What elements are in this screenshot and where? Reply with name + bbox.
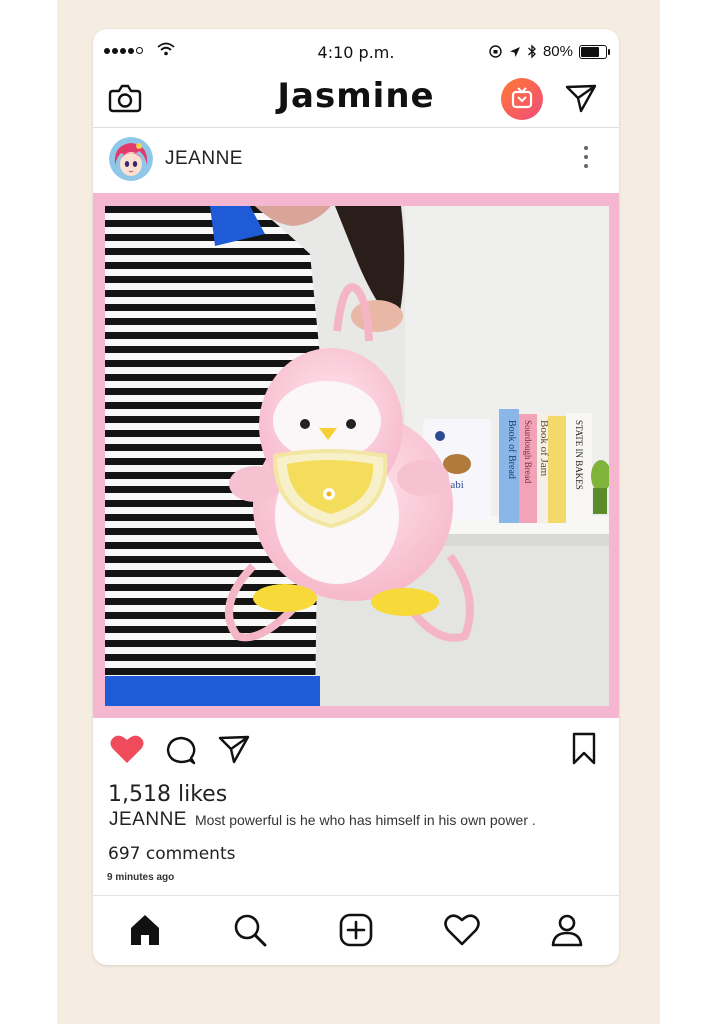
activity-icon[interactable] bbox=[443, 912, 481, 948]
post-photo[interactable]: Book of Bread Sourdough Bread Book of Ja… bbox=[105, 206, 609, 706]
location-icon bbox=[509, 46, 520, 57]
caption-text: Most powerful is he who has himself in h… bbox=[194, 812, 536, 828]
likes-count[interactable]: 1,518 likes bbox=[108, 782, 227, 807]
search-icon[interactable] bbox=[232, 912, 268, 948]
svg-text:STATE IN BAKES: STATE IN BAKES bbox=[574, 420, 584, 490]
comments-link[interactable]: 697 comments bbox=[108, 844, 235, 864]
svg-text:Sourdough Bread: Sourdough Bread bbox=[523, 420, 533, 484]
svg-text:Book of Bread: Book of Bread bbox=[506, 420, 517, 479]
share-icon[interactable] bbox=[217, 733, 251, 765]
bottom-nav bbox=[93, 895, 619, 965]
avatar[interactable] bbox=[109, 137, 153, 181]
post-author-row: JEANNE bbox=[93, 128, 619, 190]
add-icon[interactable] bbox=[338, 912, 374, 948]
heart-icon[interactable] bbox=[109, 733, 145, 765]
post-photo-frame: Book of Bread Sourdough Bread Book of Ja… bbox=[93, 193, 619, 718]
comment-icon[interactable] bbox=[165, 735, 197, 767]
app-header: Jasmine bbox=[93, 73, 619, 128]
post-timestamp: 9 minutes ago bbox=[107, 872, 175, 883]
battery-icon bbox=[579, 44, 610, 59]
battery-percent: 80% bbox=[542, 43, 573, 60]
svg-text:Book of Jam: Book of Jam bbox=[538, 420, 550, 477]
bluetooth-icon bbox=[528, 44, 536, 59]
status-bar: 4:10 p.m. 80% bbox=[93, 29, 619, 73]
post-username[interactable]: JEANNE bbox=[165, 148, 243, 170]
bookmark-icon[interactable] bbox=[571, 732, 597, 766]
home-icon[interactable] bbox=[127, 912, 163, 948]
send-icon[interactable] bbox=[564, 82, 598, 114]
post-caption: JEANNE Most powerful is he who has himsel… bbox=[109, 809, 536, 831]
igtv-icon[interactable] bbox=[501, 78, 543, 120]
post-actions bbox=[93, 721, 619, 781]
phone-screen: 4:10 p.m. 80% Jasmine JEANNE Book of Bre… bbox=[93, 29, 619, 965]
more-icon[interactable] bbox=[584, 146, 588, 168]
orientation-lock-icon bbox=[489, 45, 502, 58]
profile-icon[interactable] bbox=[549, 912, 585, 948]
caption-username[interactable]: JEANNE bbox=[109, 809, 187, 830]
